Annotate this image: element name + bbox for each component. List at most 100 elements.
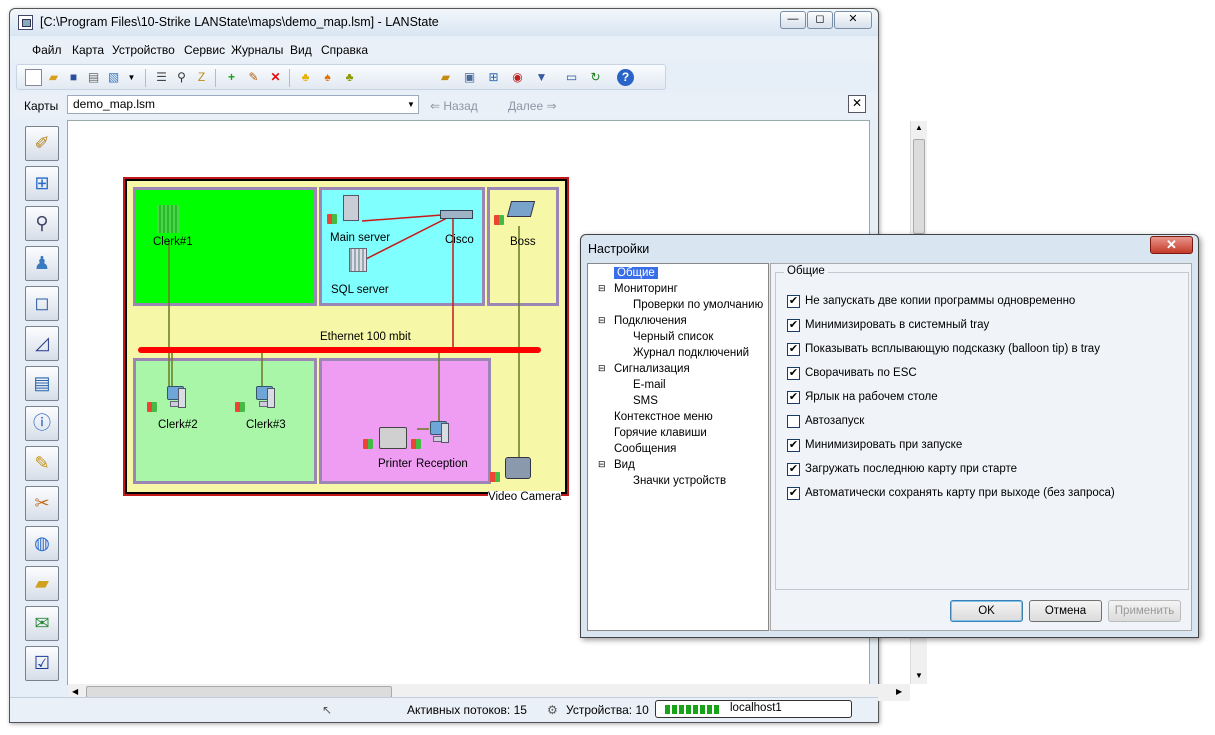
refresh-icon[interactable]: ↻	[587, 69, 604, 86]
maps-dropdown[interactable]: demo_map.lsm ▼	[67, 95, 419, 114]
print-icon[interactable]: ▤	[85, 69, 102, 86]
minimize-button[interactable]: —	[780, 11, 806, 29]
option-checkbox[interactable]: ✔	[787, 487, 800, 500]
tree-item-connections[interactable]: Подключения	[614, 315, 687, 327]
tree-item-context-menu[interactable]: Контекстное меню	[614, 411, 713, 423]
tree-item-default-checks[interactable]: Проверки по умолчанию	[633, 299, 763, 311]
menu-help[interactable]: Справка	[321, 43, 368, 57]
clerk3-computer-icon[interactable]	[249, 386, 275, 410]
find-icon[interactable]: ⚲	[173, 69, 190, 86]
computer-icon[interactable]: ▣	[461, 69, 478, 86]
network-icon[interactable]: ⊞	[485, 69, 502, 86]
tree-item-messages[interactable]: Сообщения	[614, 443, 676, 455]
checklist-icon[interactable]: ☑	[25, 646, 59, 681]
clerk2-computer-icon[interactable]	[160, 386, 186, 410]
option-checkbox[interactable]: ✔	[787, 343, 800, 356]
apply-button[interactable]: Применить	[1108, 600, 1181, 622]
option-checkbox[interactable]: ✔	[787, 295, 800, 308]
tree-item-hotkeys[interactable]: Горячие клавиши	[614, 427, 707, 439]
ip-scan-icon[interactable]: ⚲	[25, 206, 59, 241]
main-server-icon[interactable]	[343, 195, 359, 221]
tree-item-email[interactable]: E-mail	[633, 379, 666, 391]
tree-item-alarm[interactable]: Сигнализация	[614, 363, 690, 375]
tools-icon[interactable]: ✂	[25, 486, 59, 521]
image-icon[interactable]: ▧	[105, 69, 122, 86]
scroll-right-icon[interactable]: ▶	[896, 687, 902, 696]
folder-icon[interactable]: ▰	[437, 69, 454, 86]
folder-icon[interactable]: ▰	[25, 566, 59, 601]
report-icon[interactable]: ✎	[25, 446, 59, 481]
scroll-thumb[interactable]	[913, 139, 925, 234]
menu-device[interactable]: Устройство	[112, 43, 175, 57]
chevron-down-icon[interactable]: ▼	[404, 96, 418, 113]
printer-icon[interactable]	[379, 427, 407, 449]
clerk1-computer-icon[interactable]	[157, 205, 179, 233]
video-camera-label: Video Camera	[488, 491, 562, 503]
window-icon[interactable]: ▭	[563, 69, 580, 86]
tree-item-monitoring[interactable]: Мониторинг	[614, 283, 678, 295]
collapse-icon[interactable]: ⊟	[598, 283, 606, 294]
globe-icon[interactable]: ◍	[25, 526, 59, 561]
mail-icon[interactable]: ✉	[25, 606, 59, 641]
menu-map[interactable]: Карта	[72, 43, 104, 57]
polygon-icon[interactable]: ◿	[25, 326, 59, 361]
square-icon[interactable]: ◻	[25, 286, 59, 321]
user-alert-icon[interactable]: ♟	[25, 246, 59, 281]
delete-icon[interactable]: ✕	[267, 69, 284, 86]
close-button[interactable]: ✕	[834, 11, 872, 29]
settings-close-button[interactable]: ✕	[1150, 236, 1193, 254]
close-map-button[interactable]: ✕	[848, 95, 866, 113]
tree-item-sms[interactable]: SMS	[633, 395, 658, 407]
tree-item-general[interactable]: Общие	[614, 267, 658, 279]
menu-logs[interactable]: Журналы	[231, 43, 283, 57]
forward-button[interactable]: Далее ⇒	[508, 99, 557, 113]
menu-file[interactable]: Файл	[32, 43, 62, 57]
map-icon[interactable]: ✐	[25, 126, 59, 161]
export-icon[interactable]: ▼	[533, 69, 550, 86]
info-icon[interactable]: ⓘ	[25, 406, 59, 441]
network-icon[interactable]: ⊞	[25, 166, 59, 201]
cancel-button[interactable]: Отмена	[1029, 600, 1102, 622]
tree-item-device-icons[interactable]: Значки устройств	[633, 475, 726, 487]
cisco-switch-icon[interactable]	[440, 210, 473, 219]
tree-item-view[interactable]: Вид	[614, 459, 635, 471]
stop-icon[interactable]: ◉	[509, 69, 526, 86]
tree-item-connection-log[interactable]: Журнал подключений	[633, 347, 749, 359]
open-icon[interactable]: ▰	[45, 69, 62, 86]
zoom-icon[interactable]: Z	[193, 69, 210, 86]
edit-icon[interactable]: ✎	[245, 69, 262, 86]
bell-ok-icon[interactable]: ♣	[341, 69, 358, 86]
scroll-down-icon[interactable]: ▼	[915, 671, 923, 680]
ok-button[interactable]: OK	[950, 600, 1023, 622]
save-icon[interactable]: ■	[65, 69, 82, 86]
bell-icon[interactable]: ♣	[297, 69, 314, 86]
list-icon[interactable]: ☰	[153, 69, 170, 86]
scroll-left-icon[interactable]: ◀	[72, 687, 78, 696]
option-checkbox[interactable]: ✔	[787, 439, 800, 452]
boss-laptop-icon[interactable]	[506, 201, 536, 217]
option-checkbox[interactable]	[787, 415, 800, 428]
option-checkbox[interactable]: ✔	[787, 319, 800, 332]
back-button[interactable]: ⇐ Назад	[430, 99, 478, 113]
reception-computer-icon[interactable]	[423, 421, 449, 445]
devices-icon: ⚙	[547, 703, 558, 717]
help-icon[interactable]: ?	[617, 69, 634, 86]
add-icon[interactable]: +	[223, 69, 240, 86]
new-icon[interactable]	[25, 69, 42, 86]
scroll-up-icon[interactable]: ▲	[915, 123, 923, 132]
collapse-icon[interactable]: ⊟	[598, 363, 606, 374]
menu-service[interactable]: Сервис	[184, 43, 225, 57]
tree-item-blacklist[interactable]: Черный список	[633, 331, 713, 343]
option-checkbox[interactable]: ✔	[787, 391, 800, 404]
option-checkbox[interactable]: ✔	[787, 367, 800, 380]
collapse-icon[interactable]: ⊟	[598, 459, 606, 470]
sql-server-icon[interactable]	[349, 248, 367, 272]
restore-button[interactable]: ◻	[807, 11, 833, 29]
menu-view[interactable]: Вид	[290, 43, 312, 57]
document-icon[interactable]: ▤	[25, 366, 59, 401]
option-checkbox[interactable]: ✔	[787, 463, 800, 476]
dropdown-icon[interactable]: ▼	[123, 69, 140, 86]
bell-alert-icon[interactable]: ♠	[319, 69, 336, 86]
video-camera-icon[interactable]	[505, 457, 531, 479]
collapse-icon[interactable]: ⊟	[598, 315, 606, 326]
